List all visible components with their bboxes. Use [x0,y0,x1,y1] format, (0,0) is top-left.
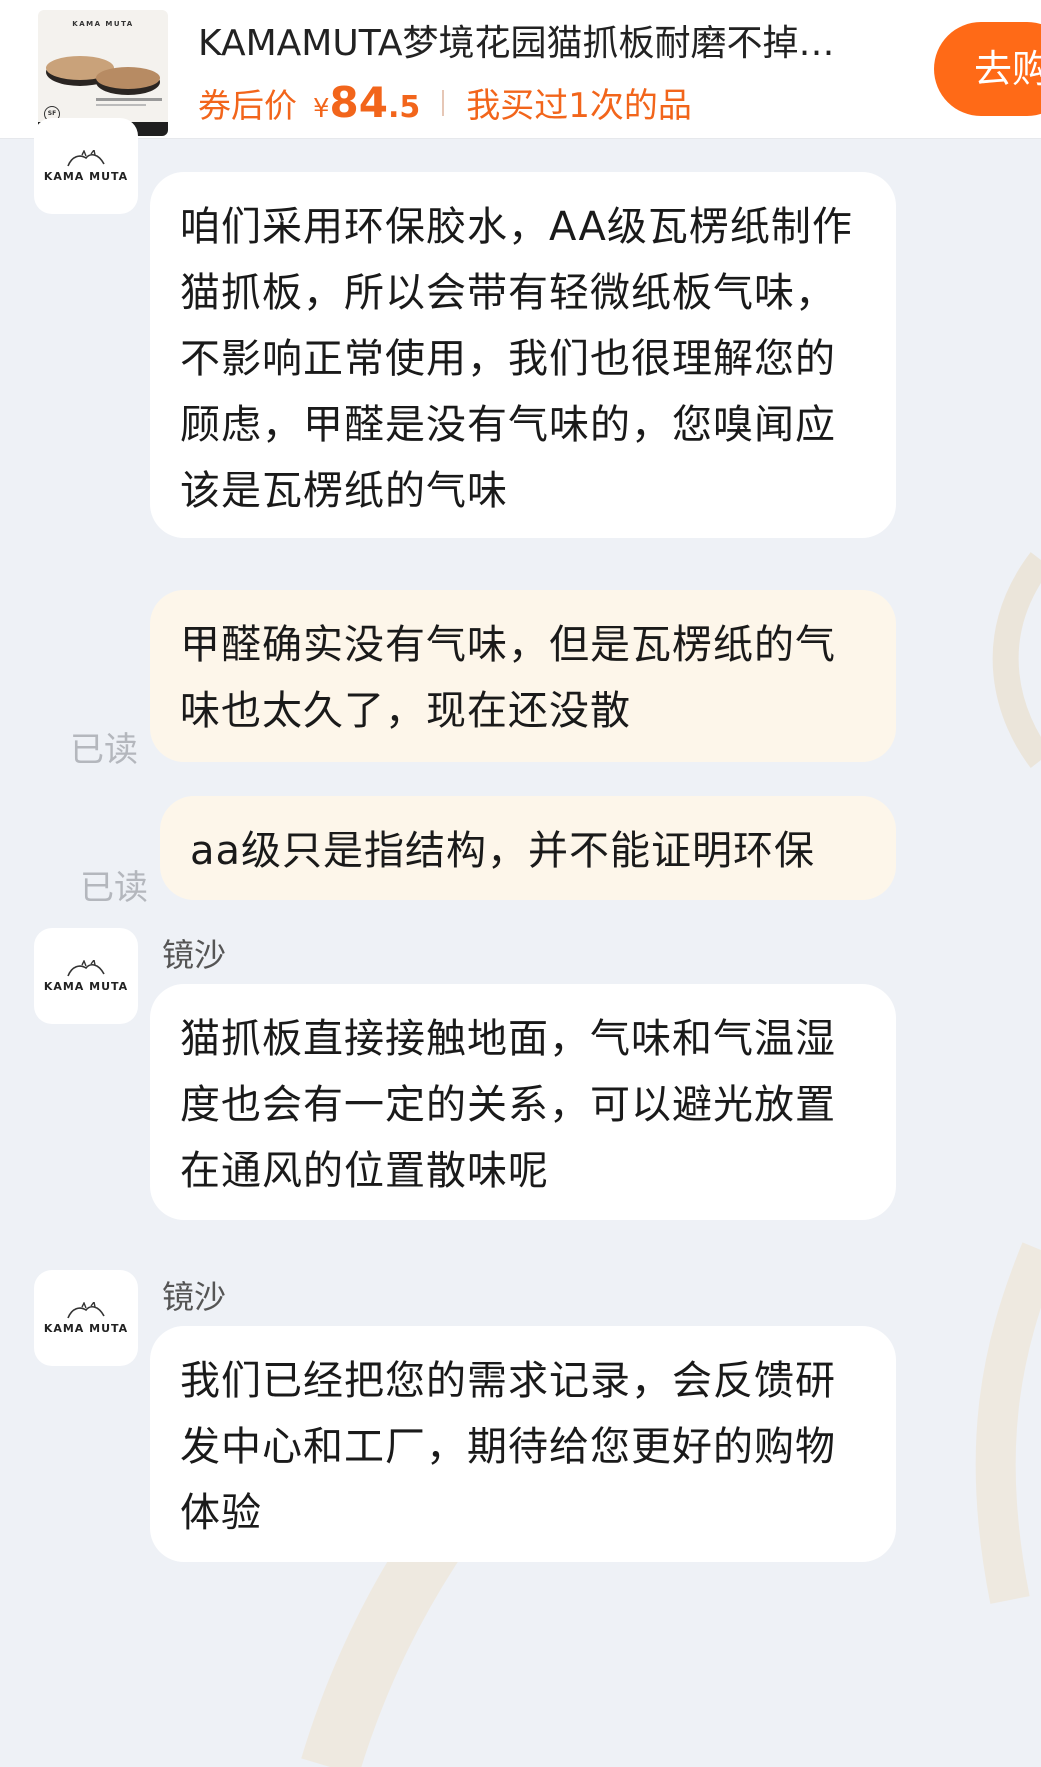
price-line: 券后价 ¥ 84 .5 我买过1次的品 [198,78,692,128]
avatar[interactable]: KAMA MUTA [34,928,138,1024]
cat-logo-icon [67,1301,105,1318]
read-status: 已读 [70,730,138,770]
avatar-brand: KAMA MUTA [43,979,129,993]
avatar-brand: KAMA MUTA [43,1321,129,1335]
price-integer: 84 [329,78,388,127]
purchase-history-note: 我买过1次的品 [466,86,692,126]
sender-name: 镜沙 [162,936,227,974]
product-card[interactable]: KAMA MUTA SF KAMAMUTA梦境花园猫抓板耐磨不掉… 券后价 ¥ … [0,0,1041,139]
read-status: 已读 [80,868,148,908]
price-currency: ¥ [313,94,330,124]
price-divider [442,90,445,116]
price-label: 券后价 [198,86,297,125]
message-bubble[interactable]: 我们已经把您的需求记录，会反馈研发中心和工厂，期待给您更好的购物体验 [150,1326,896,1562]
message-bubble[interactable]: 猫抓板直接接触地面，气味和气温湿度也会有一定的关系，可以避光放置在通风的位置散味… [150,984,896,1220]
product-title[interactable]: KAMAMUTA梦境花园猫抓板耐磨不掉… [198,14,938,66]
sender-name: 镜沙 [162,1278,227,1316]
message-bubble[interactable]: 甲醛确实没有气味，但是瓦楞纸的气味也太久了，现在还没散 [150,590,896,762]
avatar[interactable]: KAMA MUTA [34,1270,138,1366]
cat-logo-icon [67,959,105,976]
avatar[interactable]: KAMA MUTA [34,118,138,214]
message-bubble[interactable]: aa级只是指结构，并不能证明环保 [160,796,896,900]
message-bubble[interactable]: 咱们采用环保胶水，AA级瓦楞纸制作猫抓板，所以会带有轻微纸板气味，不影响正常使用… [150,172,896,538]
avatar-brand: KAMA MUTA [43,169,129,183]
price-decimal: .5 [388,90,421,125]
goto-purchase-button[interactable]: 去购 [934,22,1041,116]
cat-logo-icon [67,149,105,166]
